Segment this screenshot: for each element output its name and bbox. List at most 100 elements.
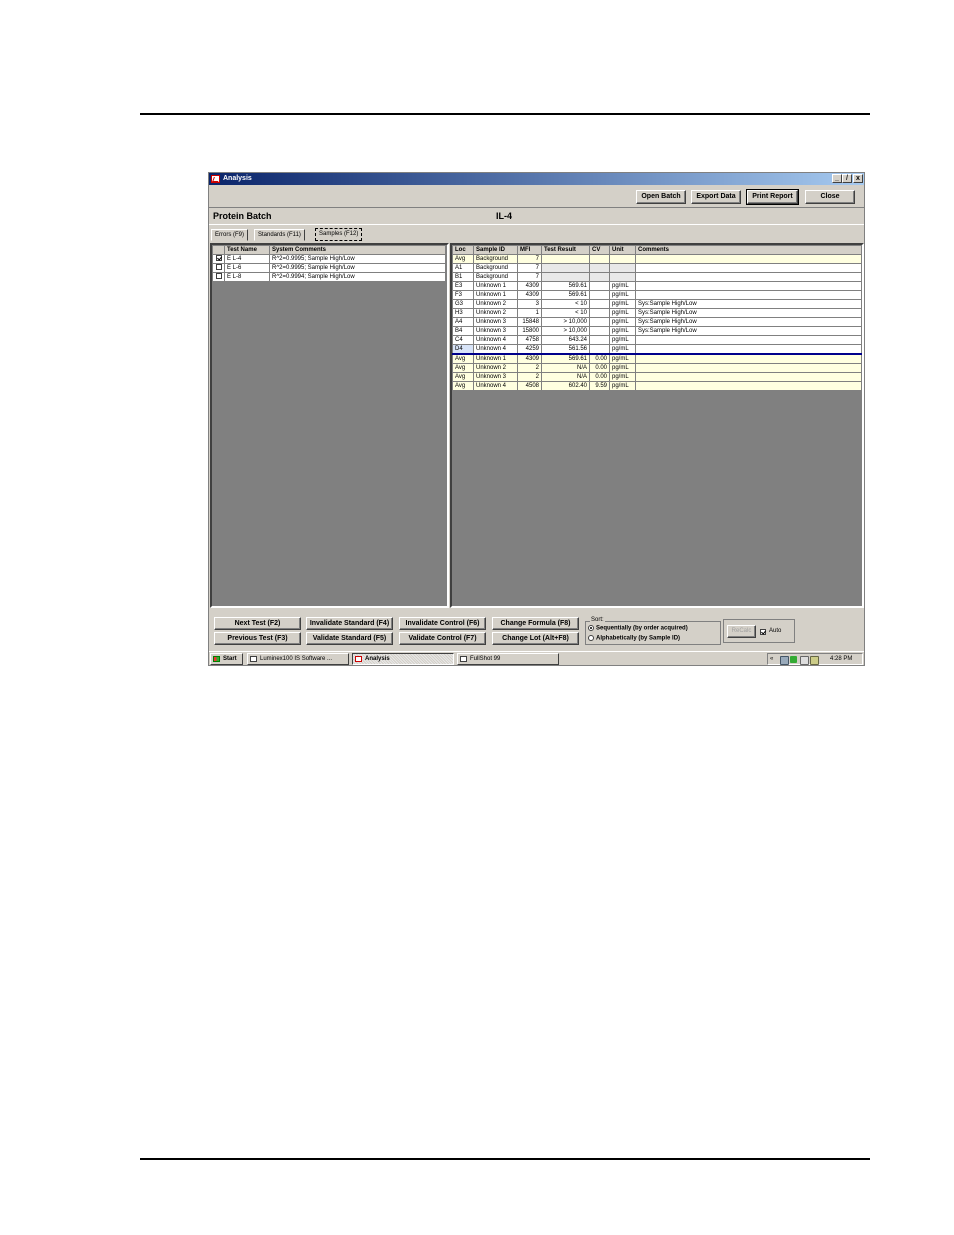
sample-row[interactable]: A1 Background 7 [452, 263, 862, 273]
sample-row[interactable]: Avg Unknown 1 4309 569.61 0.00 pg/mL [452, 353, 862, 364]
clock: 4:28 PM [830, 656, 853, 662]
test-select-cell[interactable] [212, 272, 225, 282]
col-unit-header[interactable]: Unit [609, 245, 636, 255]
mfi-cell: 2 [517, 372, 542, 382]
sort-group: Sort: Sequentially (by order acquired) A… [585, 617, 721, 645]
sample-row[interactable]: B1 Background 7 [452, 272, 862, 282]
unit-cell [609, 254, 636, 264]
taskbar: Start Luminex100 IS Software ... Analysi… [209, 651, 864, 665]
taskbar-item-analysis[interactable]: Analysis [352, 653, 454, 665]
sample-row[interactable]: A4 Unknown 3 15848 > 10,000 pg/mL Sys:Sample … [452, 317, 862, 327]
taskbar-item-fullshot[interactable]: FullShot 99 [457, 653, 559, 665]
cv-cell [589, 290, 610, 300]
taskbar-item-fullshot-label: FullShot 99 [470, 656, 501, 662]
invalidate-control-button[interactable]: Invalidate Control (F6) [399, 617, 486, 630]
change-formula-button[interactable]: Change Formula (F8) [492, 617, 579, 630]
sample-row[interactable]: G3 Unknown 2 3 < 10 pg/mL Sys:Sample High/Low [452, 299, 862, 309]
sample-row[interactable]: Avg Unknown 2 2 N/A 0.00 pg/mL [452, 363, 862, 373]
test-name-cell[interactable]: E L-6 [224, 263, 270, 273]
minimize-button[interactable]: _ [832, 174, 842, 183]
col-system-comments-header[interactable]: System Comments [269, 245, 446, 255]
col-test-name-header[interactable]: Test Name [224, 245, 270, 255]
recalc-button[interactable]: ReCalc [727, 625, 756, 638]
auto-checkbox[interactable] [760, 629, 766, 635]
test-name-cell[interactable]: E L-4 [224, 254, 270, 264]
sample-row[interactable]: H3 Unknown 2 1 < 10 pg/mL Sys:Sample High/Low [452, 308, 862, 318]
test-checkbox[interactable] [215, 273, 222, 280]
title-bar[interactable]: Analysis _ ̸ x [209, 173, 864, 185]
sort-alphabetical-radio[interactable] [588, 635, 594, 641]
close-button[interactable]: Close [805, 190, 855, 204]
tray-icon-3[interactable] [800, 656, 809, 665]
sample-row[interactable]: C4 Unknown 4 4758 643.24 pg/mL [452, 335, 862, 345]
col-mfi-header[interactable]: MFI [517, 245, 542, 255]
test-checkbox[interactable] [215, 264, 222, 271]
validate-control-button[interactable]: Validate Control (F7) [399, 632, 486, 645]
start-button[interactable]: Start [210, 653, 243, 665]
sort-alphabetical-option[interactable]: Alphabetically (by Sample ID) [588, 635, 680, 642]
fullshot-app-icon [460, 656, 467, 662]
test-name-cell[interactable]: E L-8 [224, 272, 270, 282]
col-cv-header[interactable]: CV [589, 245, 610, 255]
sample-row[interactable]: E3 Unknown 1 4309 569.61 pg/mL [452, 281, 862, 291]
unit-cell: pg/mL [609, 299, 636, 309]
cv-cell [589, 344, 610, 355]
sample-row[interactable]: B4 Unknown 3 15800 > 10,000 pg/mL Sys:Sample … [452, 326, 862, 336]
sample-row[interactable]: Avg Unknown 3 2 N/A 0.00 pg/mL [452, 372, 862, 382]
loc-cell: B1 [452, 272, 474, 282]
sample-row[interactable]: F3 Unknown 1 4309 569.61 pg/mL [452, 290, 862, 300]
maximize-button[interactable]: ̸ [842, 174, 852, 183]
col-comments-header[interactable]: Comments [635, 245, 862, 255]
tray-volume-icon[interactable] [810, 656, 819, 665]
export-data-button[interactable]: Export Data [691, 190, 741, 204]
loc-cell: Avg [452, 353, 474, 364]
sample-id-cell: Unknown 2 [473, 363, 518, 373]
sample-id-cell: Unknown 4 [473, 381, 518, 391]
samples-header-row: Loc Sample ID MFI Test Result CV Unit Co… [452, 245, 862, 255]
loc-cell: Avg [452, 254, 474, 264]
tray-expand-icon[interactable]: « [770, 654, 773, 664]
change-lot-button[interactable]: Change Lot (Alt+F8) [492, 632, 579, 645]
taskbar-item-luminex[interactable]: Luminex100 IS Software ... [247, 653, 349, 665]
sort-sequential-label: Sequentially (by order acquired) [596, 625, 688, 632]
test-row[interactable]: E L-8 R^2=0.9994; Sample High/Low [212, 272, 446, 282]
mfi-cell: 7 [517, 263, 542, 273]
validate-standard-button[interactable]: Validate Standard (F5) [306, 632, 393, 645]
comment-cell [635, 353, 862, 364]
col-sample-id-header[interactable]: Sample ID [473, 245, 518, 255]
tray-icon-1[interactable] [780, 656, 789, 665]
loc-cell: Avg [452, 363, 474, 373]
tab-samples[interactable]: Samples (F12) [315, 228, 363, 241]
print-report-button[interactable]: Print Report [746, 189, 799, 205]
open-batch-button[interactable]: Open Batch [636, 190, 686, 204]
tab-errors[interactable]: Errors (F9) [211, 229, 248, 241]
sample-row[interactable]: D4 Unknown 4 4259 561.56 pg/mL [452, 344, 862, 355]
mfi-cell: 4309 [517, 290, 542, 300]
test-checkbox[interactable] [215, 255, 222, 262]
sample-id-cell: Unknown 2 [473, 299, 518, 309]
sort-sequential-option[interactable]: Sequentially (by order acquired) [588, 625, 688, 632]
test-comment-cell: R^2=0.9994; Sample High/Low [269, 272, 446, 282]
test-select-cell[interactable] [212, 254, 225, 264]
test-row[interactable]: E L-4 R^2=0.9995; Sample High/Low [212, 254, 446, 264]
col-check-header [212, 245, 225, 255]
sample-row[interactable]: Avg Background 7 [452, 254, 862, 264]
batch-header: Protein Batch IL-4 [209, 207, 864, 225]
tab-standards[interactable]: Standards (F11) [254, 229, 305, 241]
test-result-cell [541, 272, 590, 282]
previous-test-button[interactable]: Previous Test (F3) [214, 632, 301, 645]
test-select-cell[interactable] [212, 263, 225, 273]
next-test-button[interactable]: Next Test (F2) [214, 617, 301, 630]
close-window-button[interactable]: x [853, 174, 863, 183]
unit-cell: pg/mL [609, 290, 636, 300]
invalidate-standard-button[interactable]: Invalidate Standard (F4) [306, 617, 393, 630]
sort-sequential-radio[interactable] [588, 625, 594, 631]
mfi-cell: 1 [517, 308, 542, 318]
test-row[interactable]: E L-6 R^2=0.9995; Sample High/Low [212, 263, 446, 273]
comment-cell: Sys:Sample High/Low [635, 326, 862, 336]
col-loc-header[interactable]: Loc [452, 245, 474, 255]
sample-row[interactable]: Avg Unknown 4 4508 602.40 9.59 pg/mL [452, 381, 862, 391]
col-test-result-header[interactable]: Test Result [541, 245, 590, 255]
unit-cell [609, 263, 636, 273]
tray-icon-2[interactable] [790, 656, 797, 663]
